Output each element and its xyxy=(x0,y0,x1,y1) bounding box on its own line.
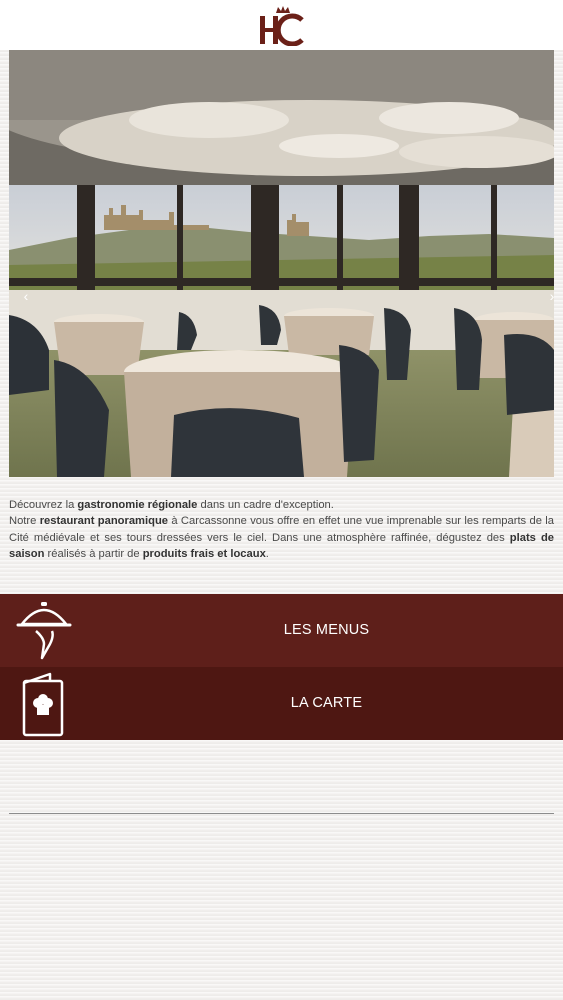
chevron-right-icon: › xyxy=(549,288,554,304)
les-menus-label: LES MENUS xyxy=(283,622,370,638)
intro-bold-text: gastronomie régionale xyxy=(77,499,198,511)
restaurant-photo-carousel[interactable]: ‹ › xyxy=(9,50,554,477)
intro-bold-text: restaurant panoramique xyxy=(39,515,169,528)
intro-text: Notre xyxy=(9,515,40,528)
la-carte-label: LA CARTE xyxy=(290,695,363,711)
carousel-next-button[interactable]: › xyxy=(547,288,554,304)
intro-text: dans un cadre d'exception. xyxy=(197,499,334,511)
divider xyxy=(9,813,554,814)
menu-card-icon xyxy=(22,672,64,737)
intro-text: Découvrez la xyxy=(9,499,78,511)
hotel-logo[interactable] xyxy=(256,4,308,46)
header xyxy=(0,0,563,50)
intro-bold-text: produits frais et locaux xyxy=(142,548,266,561)
intro-text: . xyxy=(265,548,269,561)
chevron-left-icon: ‹ xyxy=(23,288,29,304)
intro-text: réalisés à partir de xyxy=(44,548,143,561)
restaurant-description: Découvrez la gastronomie régionale dans … xyxy=(9,497,554,563)
restaurant-photo xyxy=(9,50,554,477)
carousel-prev-button[interactable]: ‹ xyxy=(21,288,31,304)
les-menus-button[interactable]: LES MENUS xyxy=(0,594,563,667)
cloche-icon xyxy=(16,602,72,660)
la-carte-button[interactable]: LA CARTE xyxy=(0,667,563,740)
